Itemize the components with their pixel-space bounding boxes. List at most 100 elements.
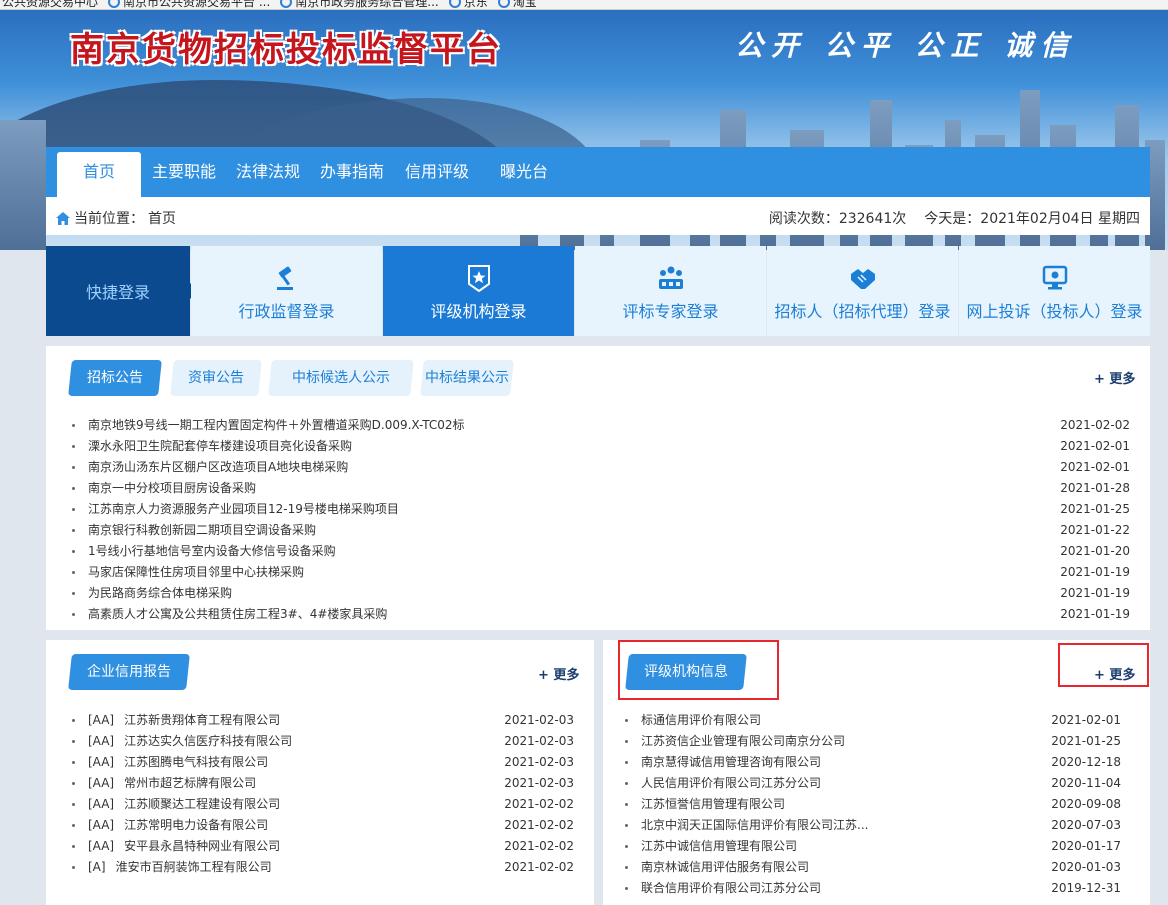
agency-name: 人民信用评价有限公司江苏分公司 (641, 776, 822, 790)
tab-credit-reports[interactable]: 企业信用报告 (68, 654, 190, 690)
credit-rating-badge: [AA] (88, 776, 115, 790)
complaint-login-button[interactable]: 网上投诉（投标人）登录 (959, 246, 1150, 336)
rating-agency-login-button[interactable]: 评级机构登录 (383, 246, 574, 336)
item-date: 2021-02-02 (504, 797, 574, 811)
credit-reports-more-link[interactable]: + 更多 (538, 664, 579, 683)
list-item[interactable]: [A] 淮安市百舸装饰工程有限公司 2021-02-02 (70, 857, 574, 878)
favorite-link-4[interactable]: 京东 (448, 0, 488, 9)
item-date: 2021-02-02 (1060, 418, 1130, 432)
list-item[interactable]: 江苏恒誉信用管理有限公司 2020-09-08 (623, 794, 1121, 815)
favorite-label: 京东 (463, 0, 488, 9)
badge-star-icon (467, 265, 490, 292)
credit-rating-badge: [AA] (88, 797, 115, 811)
visit-count: 阅读次数：232641次 (768, 211, 907, 227)
group-icon (658, 266, 683, 289)
favorite-link-1[interactable]: 公共资源交易中心 (2, 0, 99, 9)
list-item[interactable]: [AA] 江苏顺聚达工程建设有限公司 2021-02-02 (70, 794, 574, 815)
list-item[interactable]: 高素质人才公寓及公共租赁住房工程3#、4#楼家具采购 2021-01-19 (70, 604, 1130, 625)
list-item[interactable]: [AA] 江苏新贵翔体育工程有限公司 2021-02-03 (70, 710, 574, 731)
rating-agencies-panel: 评级机构信息 + 更多 标通信用评价有限公司 2021-02-01 江苏资信企业管… (603, 640, 1150, 905)
highlight-box (618, 640, 779, 700)
company-name: 江苏顺聚达工程建设有限公司 (124, 797, 281, 811)
favorite-label: 南京市政务服务综合管理... (295, 0, 439, 9)
quick-login-button-label: 评级机构登录 (430, 302, 527, 321)
tab-label: 中标候选人公示 (292, 370, 390, 386)
item-title: 马家店保障性住房项目邻里中心扶梯采购 (88, 565, 305, 579)
tab-qualification[interactable]: 资审公告 (170, 360, 262, 396)
list-item[interactable]: 南京汤山汤东片区棚户区改造项目A地块电梯采购 2021-02-01 (70, 457, 1130, 478)
list-item[interactable]: 溧水永阳卫生院配套停车楼建设项目亮化设备采购 2021-02-01 (70, 436, 1130, 457)
list-item[interactable]: 江苏南京人力资源服务产业园项目12-19号楼电梯采购项目 2021-01-25 (70, 499, 1130, 520)
item-title: 为民路商务综合体电梯采购 (88, 586, 233, 600)
nav-item-laws[interactable]: 法律法规 (230, 147, 306, 197)
list-item[interactable]: 1号线小行基地信号室内设备大修信号设备采购 2021-01-20 (70, 541, 1130, 562)
item-date: 2021-01-19 (1060, 607, 1130, 621)
nav-item-home[interactable]: 首页 (57, 152, 141, 197)
company-name: 江苏图腾电气科技有限公司 (124, 755, 269, 769)
favorite-link-3[interactable]: 南京市政务服务综合管理... (280, 0, 439, 9)
admin-supervision-login-button[interactable]: 行政监督登录 (191, 246, 382, 336)
credit-rating-badge: [AA] (88, 818, 115, 832)
breadcrumb-label: 当前位置： (74, 211, 144, 227)
credit-rating-badge: [AA] (88, 713, 115, 727)
list-item[interactable]: 为民路商务综合体电梯采购 2021-01-19 (70, 583, 1130, 604)
item-date: 2020-07-03 (1051, 818, 1121, 832)
item-date: 2021-02-02 (504, 839, 574, 853)
list-item[interactable]: [AA] 常州市超艺标牌有限公司 2021-02-03 (70, 773, 574, 794)
item-date: 2020-11-04 (1051, 776, 1121, 790)
tab-label: 中标结果公示 (425, 370, 509, 386)
notices-more-link[interactable]: + 更多 (1094, 368, 1135, 387)
expert-login-button[interactable]: 评标专家登录 (575, 246, 766, 336)
item-date: 2021-02-01 (1051, 713, 1121, 727)
item-date: 2021-01-28 (1060, 481, 1130, 495)
nav-item-guide[interactable]: 办事指南 (314, 147, 390, 197)
notices-panel: 招标公告 资审公告 中标候选人公示 中标结果公示 + 更多 南京地铁9号线一期工… (46, 346, 1150, 630)
list-item[interactable]: 南京慧得诚信用管理咨询有限公司 2020-12-18 (623, 752, 1121, 773)
item-date: 2021-01-25 (1060, 502, 1130, 516)
list-item[interactable]: 江苏资信企业管理有限公司南京分公司 2021-01-25 (623, 731, 1121, 752)
tab-bid-announcement[interactable]: 招标公告 (68, 360, 162, 396)
list-item[interactable]: 人民信用评价有限公司江苏分公司 2020-11-04 (623, 773, 1121, 794)
list-item[interactable]: [AA] 江苏图腾电气科技有限公司 2021-02-03 (70, 752, 574, 773)
tab-winning-results[interactable]: 中标结果公示 (420, 360, 514, 396)
breadcrumb-current[interactable]: 首页 (148, 208, 176, 228)
list-item[interactable]: [AA] 江苏达实久信医疗科技有限公司 2021-02-03 (70, 731, 574, 752)
list-item[interactable]: 江苏中诚信信用管理有限公司 2020-01-17 (623, 836, 1121, 857)
item-date: 2021-02-03 (504, 713, 574, 727)
item-title: 溧水永阳卫生院配套停车楼建设项目亮化设备采购 (88, 439, 353, 453)
agency-name: 北京中润天正国际信用评价有限公司江苏... (641, 818, 869, 832)
list-item[interactable]: 南京地铁9号线一期工程内置固定构件＋外置槽道采购D.009.X-TC02标 202… (70, 415, 1130, 436)
item-title: 南京汤山汤东片区棚户区改造项目A地块电梯采购 (88, 460, 349, 474)
favorite-link-5[interactable]: 淘宝 (497, 0, 537, 9)
list-item[interactable]: 南京林诚信用评估服务有限公司 2020-01-03 (623, 857, 1121, 878)
company-name: 常州市超艺标牌有限公司 (124, 776, 257, 790)
favorite-link-2[interactable]: 南京市公共资源交易平台 ... (108, 0, 270, 9)
item-date: 2021-02-03 (504, 734, 574, 748)
list-item[interactable]: 联合信用评价有限公司江苏分公司 2019-12-31 (623, 878, 1121, 899)
list-item[interactable]: [AA] 江苏常明电力设备有限公司 2021-02-02 (70, 815, 574, 836)
quick-login-button-label: 网上投诉（投标人）登录 (966, 302, 1143, 321)
nav-item-exposure[interactable]: 曝光台 (486, 147, 562, 197)
item-date: 2021-02-01 (1060, 439, 1130, 453)
list-item[interactable]: [AA] 安平县永昌特种网业有限公司 2021-02-02 (70, 836, 574, 857)
tab-winning-candidates[interactable]: 中标候选人公示 (268, 360, 414, 396)
list-item[interactable]: 标通信用评价有限公司 2021-02-01 (623, 710, 1121, 731)
list-item[interactable]: 南京一中分校项目厨房设备采购 2021-01-28 (70, 478, 1130, 499)
main-nav: 首页 主要职能 法律法规 办事指南 信用评级 曝光台 (46, 147, 1150, 197)
list-item[interactable]: 南京银行科教创新园二期项目空调设备采购 2021-01-22 (70, 520, 1130, 541)
credit-rating-badge: [AA] (88, 755, 115, 769)
notices-list: 南京地铁9号线一期工程内置固定构件＋外置槽道采购D.009.X-TC02标 202… (70, 415, 1130, 625)
nav-item-functions[interactable]: 主要职能 (146, 147, 222, 197)
list-item[interactable]: 马家店保障性住房项目邻里中心扶梯采购 2021-01-19 (70, 562, 1130, 583)
credit-reports-list: [AA] 江苏新贵翔体育工程有限公司 2021-02-03 [AA] 江苏达实久信医疗… (70, 710, 574, 878)
list-item[interactable]: 北京中润天正国际信用评价有限公司江苏... 2020-07-03 (623, 815, 1121, 836)
item-title: 江苏南京人力资源服务产业园项目12-19号楼电梯采购项目 (88, 502, 399, 516)
ie-icon (108, 0, 121, 8)
tenderer-login-button[interactable]: 招标人（招标代理）登录 (767, 246, 958, 336)
favorite-label: 公共资源交易中心 (2, 0, 99, 9)
nav-item-credit-rating[interactable]: 信用评级 (399, 147, 475, 197)
company-name: 淮安市百舸装饰工程有限公司 (115, 860, 272, 874)
ie-icon (497, 0, 510, 8)
item-date: 2020-01-17 (1051, 839, 1121, 853)
quick-login-label: 快捷登录 (46, 246, 198, 336)
